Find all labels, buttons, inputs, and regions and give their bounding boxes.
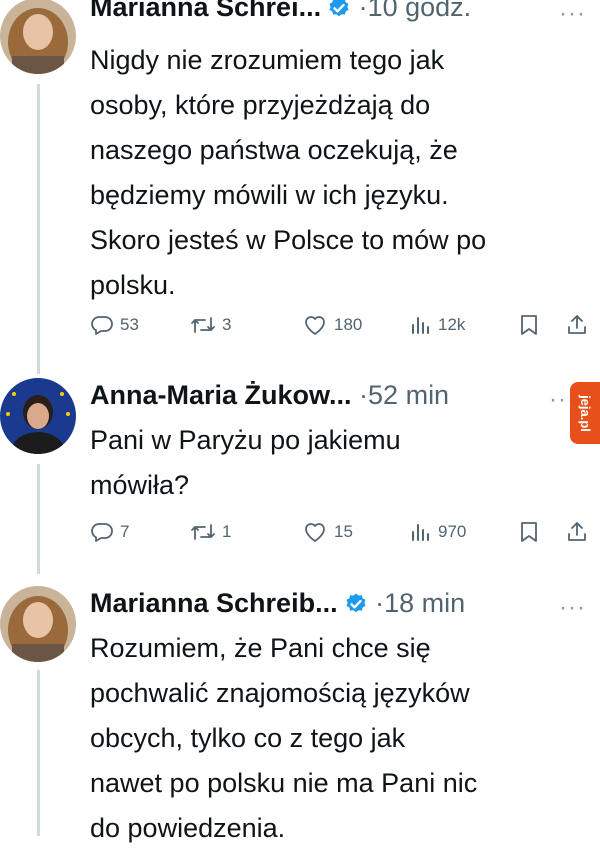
author-name[interactable]: Anna-Maria Żukow...	[90, 380, 352, 410]
author-name[interactable]: Marianna Schreib...	[90, 588, 338, 618]
tweet[interactable]: Marianna Schreib... ·18 min ··· Rozumiem…	[0, 586, 600, 843]
tweet-text: Nigdy nie zrozumiem tego jak osoby, któr…	[90, 45, 487, 300]
share-icon	[568, 522, 586, 541]
views-icon	[412, 524, 429, 541]
share-button[interactable]	[566, 517, 588, 547]
views-count: 12k	[438, 315, 466, 334]
retweet-icon	[191, 317, 215, 333]
share-icon	[568, 315, 586, 334]
tweet-text: Pani w Paryżu po jakiemu mówiła?	[90, 425, 401, 500]
like-count: 15	[334, 522, 353, 541]
more-options-icon[interactable]: ···	[559, 596, 586, 620]
action-bar: 53 3 180 12k	[90, 310, 590, 340]
bookmark-button[interactable]	[518, 310, 540, 340]
reply-button[interactable]: 53	[90, 310, 139, 340]
views-icon	[412, 317, 429, 334]
retweet-button[interactable]: 3	[190, 310, 231, 340]
more-options-icon[interactable]: ···	[559, 2, 586, 26]
timestamp[interactable]: ·18 min	[375, 588, 465, 618]
like-count: 180	[334, 315, 363, 334]
retweet-icon	[191, 524, 215, 540]
retweet-count: 3	[222, 315, 232, 334]
reply-icon	[91, 316, 113, 335]
retweet-count: 1	[222, 522, 232, 541]
reply-button[interactable]: 7	[90, 517, 129, 547]
tweet[interactable]: Anna-Maria Żukow... ·52 min ··· Pani w P…	[0, 378, 600, 568]
bookmark-icon	[521, 315, 537, 335]
views-count: 970	[438, 522, 467, 541]
like-button[interactable]: 180	[302, 310, 362, 340]
bookmark-button[interactable]	[518, 517, 540, 547]
action-bar: 7 1 15 970	[90, 517, 590, 547]
heart-icon	[305, 316, 325, 335]
tweet-header: Anna-Maria Żukow... ·52 min	[90, 378, 449, 412]
share-button[interactable]	[566, 310, 588, 340]
jeja-watermark: jeja.pl	[570, 382, 600, 444]
author-name[interactable]: Marianna Schrei...	[90, 0, 321, 22]
bookmark-icon	[521, 522, 537, 542]
views-button[interactable]: 970	[410, 517, 466, 547]
timestamp[interactable]: ·10 godz.	[359, 0, 472, 22]
avatar[interactable]	[0, 0, 76, 74]
timestamp[interactable]: ·52 min	[359, 380, 449, 410]
tweet-header: Marianna Schreib... ·18 min	[90, 586, 465, 620]
avatar[interactable]	[0, 586, 76, 662]
tweet[interactable]: Marianna Schrei... ·10 godz. ··· Nigdy n…	[0, 0, 600, 370]
tweet-header: Marianna Schrei... ·10 godz.	[90, 0, 471, 24]
reply-icon	[91, 523, 113, 542]
verified-badge-icon	[346, 593, 366, 613]
views-button[interactable]: 12k	[410, 310, 465, 340]
reply-count: 53	[120, 315, 139, 334]
avatar[interactable]	[0, 378, 76, 454]
tweet-text: Rozumiem, że Pani chce się pochwalić zna…	[90, 633, 478, 843]
verified-badge-icon	[329, 0, 349, 17]
retweet-button[interactable]: 1	[190, 517, 231, 547]
heart-icon	[305, 523, 325, 542]
like-button[interactable]: 15	[302, 517, 353, 547]
reply-count: 7	[120, 522, 130, 541]
